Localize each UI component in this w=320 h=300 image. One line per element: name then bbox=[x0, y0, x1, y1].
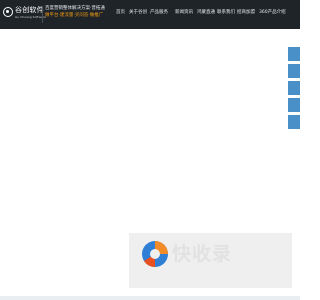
slogan-line-2: 做平台·建流量·买问答·做推广 bbox=[45, 13, 104, 18]
side-tab-1[interactable] bbox=[288, 47, 300, 61]
nav-item-about[interactable]: 关于谷创 bbox=[129, 10, 147, 16]
watermark-logo-icon bbox=[142, 241, 168, 268]
footer-bar bbox=[0, 296, 300, 300]
side-float-tabs bbox=[288, 47, 300, 132]
nav-item-franchise[interactable]: 招商加盟 bbox=[237, 10, 255, 16]
main-nav: 首页 关于谷创 产品服务 新闻资讯 鸿蒙直通 联系我们 招商加盟 360产品介绍 bbox=[112, 0, 298, 29]
side-tab-3[interactable] bbox=[288, 81, 300, 95]
nav-item-contact[interactable]: 联系我们 bbox=[217, 10, 235, 16]
slogan-line-1: 百度营销整体解决方案·晋拓通 bbox=[45, 6, 105, 11]
watermark-text: 快收录 bbox=[172, 243, 233, 265]
nav-item-harmony[interactable]: 鸿蒙直通 bbox=[197, 10, 215, 16]
logo-mark-icon bbox=[3, 7, 13, 17]
nav-item-home[interactable]: 首页 bbox=[116, 10, 125, 16]
site-logo[interactable]: 谷创软件 Gu Chuang Software bbox=[3, 4, 46, 24]
site-header: 谷创软件 Gu Chuang Software 百度营销整体解决方案·晋拓通 做… bbox=[0, 0, 300, 29]
nav-item-360[interactable]: 360产品介绍 bbox=[259, 10, 286, 16]
nav-item-products[interactable]: 产品服务 bbox=[150, 10, 168, 16]
side-tab-2[interactable] bbox=[288, 64, 300, 78]
side-tab-4[interactable] bbox=[288, 98, 300, 112]
header-divider bbox=[42, 6, 43, 23]
logo-name: 谷创软件 bbox=[15, 6, 44, 14]
nav-item-news[interactable]: 新闻资讯 bbox=[175, 10, 193, 16]
side-tab-5[interactable] bbox=[288, 115, 300, 129]
